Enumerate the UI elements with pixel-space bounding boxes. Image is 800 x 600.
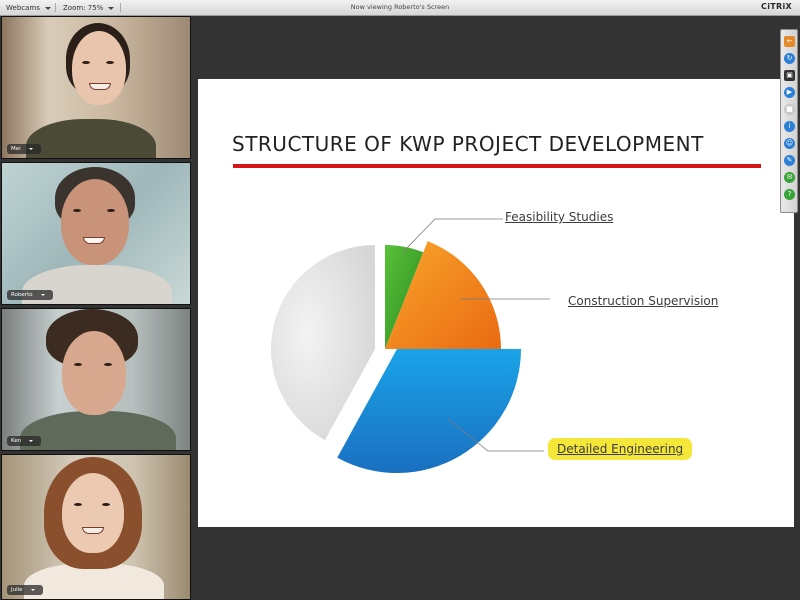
chevron-down-icon	[28, 148, 33, 150]
chevron-down-icon	[30, 589, 35, 591]
participant-eye	[104, 363, 112, 366]
viewing-title: Now viewing Roberto's Screen	[350, 3, 450, 11]
participant-body	[20, 411, 176, 450]
participant-eye	[82, 61, 90, 64]
webcam-tile[interactable]: Ken	[1, 308, 191, 451]
participant-eye	[74, 363, 82, 366]
participant-face	[62, 331, 126, 415]
chat-icon[interactable]: ✉	[784, 172, 795, 183]
shared-screen: STRUCTURE OF KWP PROJECT DEVELOPMENT Fea…	[198, 79, 794, 527]
info-icon[interactable]: i	[784, 121, 795, 132]
webcam-panel: Mei Roberto Ken Julie	[1, 16, 192, 600]
webcam-tile[interactable]: Roberto	[1, 162, 191, 305]
participant-smile	[82, 527, 104, 534]
participant-name: Mei	[11, 146, 21, 152]
leader-line	[402, 218, 503, 253]
participant-face	[62, 473, 124, 553]
participant-name: Julie	[11, 587, 23, 593]
citrix-logo: CiTRiX	[761, 2, 792, 11]
participant-eye	[102, 503, 110, 506]
webcam-tile[interactable]: Mei	[1, 16, 191, 159]
participant-nametag[interactable]: Roberto	[7, 290, 53, 300]
webcam-tile[interactable]: Julie	[1, 454, 191, 600]
exit-icon[interactable]: ←	[784, 36, 795, 47]
slice-label: Feasibility Studies	[505, 210, 614, 224]
play-icon[interactable]: ▶	[784, 87, 795, 98]
participant-eye	[107, 209, 115, 212]
top-toolbar: Webcams Zoom: 75% Now viewing Roberto's …	[0, 0, 800, 16]
pie-slice	[337, 349, 521, 473]
slice-label-highlighted: Detailed Engineering	[548, 438, 693, 460]
participant-eye	[73, 209, 81, 212]
participant-face	[72, 31, 126, 105]
help-icon[interactable]: ?	[784, 189, 795, 200]
participant-body	[26, 119, 156, 158]
draw-icon[interactable]: ✎	[784, 155, 795, 166]
participant-nametag[interactable]: Ken	[7, 436, 42, 446]
participant-face	[61, 179, 129, 265]
participant-nametag[interactable]: Julie	[7, 585, 43, 595]
participant-eye	[106, 61, 114, 64]
participant-eye	[74, 503, 82, 506]
participant-name: Ken	[11, 438, 22, 444]
chevron-down-icon	[40, 294, 45, 296]
participant-name: Roberto	[11, 292, 33, 298]
attendees-icon[interactable]: ☺	[784, 138, 795, 149]
pie-slice	[270, 245, 375, 441]
meeting-toolbar: ← ↻ ▣ ▶ ■ i ☺ ✎ ✉?	[780, 29, 798, 213]
refresh-icon[interactable]: ↻	[784, 53, 795, 64]
stop-icon[interactable]: ■	[784, 104, 795, 115]
slice-label: Construction Supervision	[568, 294, 719, 308]
participant-smile	[89, 83, 111, 90]
chevron-down-icon	[29, 440, 34, 442]
participant-smile	[83, 237, 105, 244]
participant-nametag[interactable]: Mei	[7, 144, 41, 154]
screen-share-icon[interactable]: ▣	[784, 70, 795, 81]
